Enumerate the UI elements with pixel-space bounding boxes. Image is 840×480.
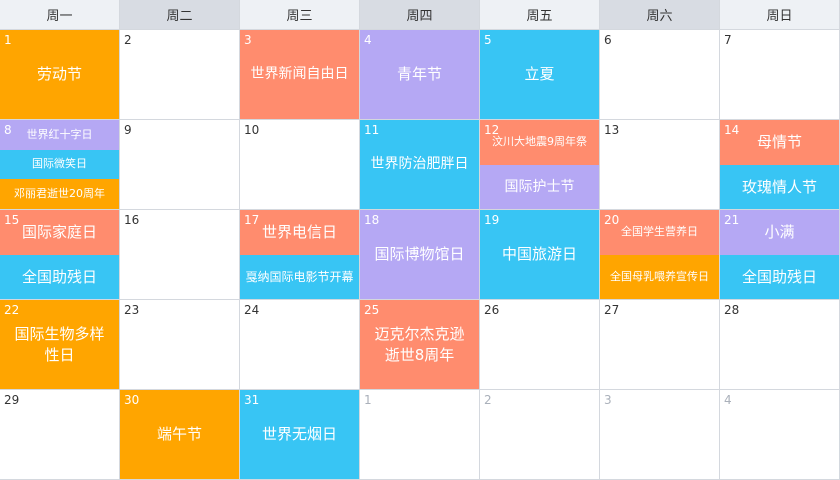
day-cell[interactable]: 27: [600, 300, 720, 390]
day-cell[interactable]: 16: [120, 210, 240, 300]
day-number: 21: [724, 213, 740, 227]
calendar-event[interactable]: 国际微笑日: [0, 150, 119, 179]
calendar-event[interactable]: 立夏: [480, 30, 599, 119]
day-cell[interactable]: 29: [0, 390, 120, 480]
day-number: 6: [604, 33, 612, 47]
day-number: 7: [724, 33, 732, 47]
day-cell[interactable]: 11 世界防治肥胖日: [360, 120, 480, 210]
calendar-event[interactable]: 世界红十字日: [0, 120, 119, 150]
day-cell[interactable]: 12 汶川大地震9周年祭 国际护士节: [480, 120, 600, 210]
calendar-event[interactable]: 劳动节: [0, 30, 119, 119]
weekday-header: 周日: [720, 0, 840, 30]
day-cell[interactable]: 8 世界红十字日 国际微笑日 邓丽君逝世20周年: [0, 120, 120, 210]
calendar-event[interactable]: 全国助残日: [0, 255, 119, 299]
calendar-event[interactable]: 全国母乳喂养宣传日: [600, 255, 719, 299]
day-cell[interactable]: 1 劳动节: [0, 30, 120, 120]
day-cell[interactable]: 26: [480, 300, 600, 390]
calendar-event[interactable]: 世界新闻自由日: [240, 30, 359, 119]
calendar-event[interactable]: 戛纳国际电影节开幕: [240, 255, 359, 299]
day-cell[interactable]: 4: [720, 390, 840, 480]
day-cell[interactable]: 5 立夏: [480, 30, 600, 120]
day-cell[interactable]: 17 世界电信日 戛纳国际电影节开幕: [240, 210, 360, 300]
day-cell[interactable]: 10: [240, 120, 360, 210]
day-number: 13: [604, 123, 620, 137]
day-number: 22: [4, 303, 20, 317]
weekday-header: 周三: [240, 0, 360, 30]
day-cell[interactable]: 2: [120, 30, 240, 120]
day-cell[interactable]: 24: [240, 300, 360, 390]
day-number: 16: [124, 213, 140, 227]
weekday-header: 周四: [360, 0, 480, 30]
day-cell[interactable]: 25 迈克尔杰克逊逝世8周年: [360, 300, 480, 390]
day-number: 18: [364, 213, 380, 227]
weekday-header: 周一: [0, 0, 120, 30]
day-cell[interactable]: 28: [720, 300, 840, 390]
day-number: 4: [364, 33, 372, 47]
day-number: 2: [124, 33, 132, 47]
day-cell[interactable]: 2: [480, 390, 600, 480]
day-cell[interactable]: 23: [120, 300, 240, 390]
day-number: 28: [724, 303, 740, 317]
day-number: 19: [484, 213, 500, 227]
day-cell[interactable]: 9: [120, 120, 240, 210]
day-number: 23: [124, 303, 140, 317]
day-number: 3: [244, 33, 252, 47]
day-cell[interactable]: 4 青年节: [360, 30, 480, 120]
day-cell[interactable]: 14 母情节 玫瑰情人节: [720, 120, 840, 210]
day-number: 17: [244, 213, 260, 227]
day-cell[interactable]: 22 国际生物多样性日: [0, 300, 120, 390]
weekday-header: 周二: [120, 0, 240, 30]
day-number: 27: [604, 303, 620, 317]
day-number: 2: [484, 393, 492, 407]
calendar-event[interactable]: 全国助残日: [720, 255, 839, 299]
day-cell[interactable]: 18 国际博物馆日: [360, 210, 480, 300]
day-number: 14: [724, 123, 740, 137]
calendar-event[interactable]: 邓丽君逝世20周年: [0, 179, 119, 209]
day-number: 31: [244, 393, 260, 407]
weekday-header: 周六: [600, 0, 720, 30]
day-number: 9: [124, 123, 132, 137]
day-cell[interactable]: 3: [600, 390, 720, 480]
calendar-event[interactable]: 青年节: [360, 30, 479, 119]
calendar-event[interactable]: 玫瑰情人节: [720, 165, 839, 209]
day-cell[interactable]: 21 小满 全国助残日: [720, 210, 840, 300]
day-number: 10: [244, 123, 260, 137]
day-cell[interactable]: 3 世界新闻自由日: [240, 30, 360, 120]
day-number: 20: [604, 213, 620, 227]
day-number: 12: [484, 123, 500, 137]
day-cell[interactable]: 1: [360, 390, 480, 480]
day-number: 15: [4, 213, 20, 227]
day-number: 4: [724, 393, 732, 407]
month-calendar: 周一 周二 周三 周四 周五 周六 周日 1 劳动节 2 3 世界新闻自由日 4 青年节 5 立夏 6 7 8 世界红…: [0, 0, 840, 480]
day-cell[interactable]: 30 端午节: [120, 390, 240, 480]
day-number: 11: [364, 123, 380, 137]
day-number: 1: [4, 33, 12, 47]
day-cell[interactable]: 31 世界无烟日: [240, 390, 360, 480]
day-number: 5: [484, 33, 492, 47]
day-number: 1: [364, 393, 372, 407]
day-cell[interactable]: 15 国际家庭日 全国助残日: [0, 210, 120, 300]
day-number: 24: [244, 303, 260, 317]
day-cell[interactable]: 13: [600, 120, 720, 210]
weekday-header: 周五: [480, 0, 600, 30]
day-number: 26: [484, 303, 500, 317]
day-cell[interactable]: 7: [720, 30, 840, 120]
day-cell[interactable]: 20 全国学生营养日 全国母乳喂养宣传日: [600, 210, 720, 300]
day-number: 29: [4, 393, 20, 407]
day-number: 25: [364, 303, 380, 317]
calendar-event[interactable]: 国际护士节: [480, 165, 599, 209]
day-number: 8: [4, 123, 12, 137]
day-cell[interactable]: 19 中国旅游日: [480, 210, 600, 300]
day-number: 30: [124, 393, 140, 407]
day-number: 3: [604, 393, 612, 407]
day-cell[interactable]: 6: [600, 30, 720, 120]
